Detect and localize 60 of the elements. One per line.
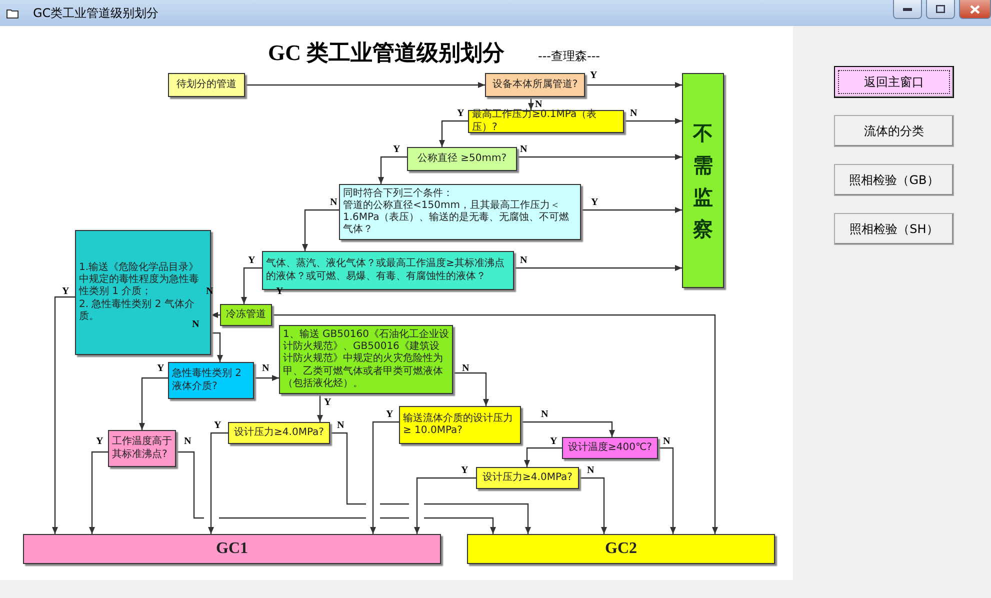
branch-label: N (462, 364, 470, 374)
step-text: 输送流体介质的设计压力 ≥ 10.0MPa? (403, 412, 514, 438)
nav-button[interactable]: 返回主窗口 (834, 66, 954, 98)
branch-label: N (330, 198, 338, 208)
result-label: GC2 (605, 540, 637, 558)
branch-label: Y (590, 71, 598, 81)
step-text: 工作温度高于其标准沸点? (112, 436, 172, 461)
step-text: 管道的公称直径<150mm，且其最高工作压力＜1.6MPa（表压）、输送的是无毒、无腐蚀、不可燃气体？ (343, 200, 570, 236)
branch-label: Y (157, 364, 164, 374)
step-text: 待划分的管道 (176, 78, 236, 92)
chart-title: GC 类工业管道级别划分 (268, 39, 504, 67)
nav-button[interactable]: 照相检验（GB） (834, 164, 954, 196)
branch-label: N (262, 364, 270, 374)
nav-button[interactable]: 照相检验（SH） (834, 213, 954, 245)
step-text: 2. 急性毒性类别 2 气体介质。 (79, 298, 194, 322)
branch-label: Y (591, 198, 598, 208)
branch-label: N (630, 109, 638, 119)
branch-label: N (520, 256, 528, 266)
step-text: 同时符合下列三个条件： (343, 188, 453, 200)
branch-label: N (192, 320, 200, 330)
step-text: 气体、蒸汽、液化气体？或最高工作温度≥其标准沸点的液体？或可燃、易爆、有毒、有腐蚀性的液体？ (266, 258, 506, 283)
step-text: 最高工作压力≥0.1MPa（表压）? (472, 109, 598, 134)
branch-label: N (535, 100, 542, 110)
branch-label: N (541, 410, 548, 420)
branch-label: N (184, 437, 192, 447)
minimize-icon (903, 8, 912, 10)
step-text: 设备本体所属管道? (492, 78, 578, 92)
branch-label: N (663, 437, 670, 447)
step-text: 1.输送《危险化学品目录》中规定的毒性程度为急性毒性类别 1 介质； (79, 262, 200, 298)
branch-label: Y (393, 145, 400, 155)
branch-label: Y (550, 437, 558, 447)
branch-label: N (520, 145, 528, 155)
step-text: 1、输送 GB50160《石油化工企业设计防火规范》、GB50016《建筑设计防火规范》中规定的火灾危险性为甲、乙类可燃气体或者甲类可燃液体（包括液化烃）。 (283, 329, 449, 390)
maximize-button[interactable] (926, 0, 955, 19)
nav-button[interactable]: 流体的分类 (834, 115, 954, 147)
branch-label: Y (214, 421, 222, 431)
step-text: 设计压力≥4.0MPa? (482, 472, 572, 484)
branch-label: N (337, 421, 344, 431)
close-icon (970, 4, 980, 14)
minimize-button[interactable] (893, 0, 922, 19)
branch-label: Y (461, 466, 468, 476)
step-text: 急性毒性类别 2 液体介质? (172, 368, 243, 393)
close-button[interactable] (959, 0, 991, 19)
step-text: 公称直径 ≥50mm? (417, 152, 507, 166)
maximize-icon (936, 5, 945, 13)
branch-label: Y (324, 398, 332, 408)
step-text: 设计温度≥400℃? (568, 442, 652, 454)
branch-label: Y (62, 287, 70, 297)
window-title: GC类工业管道级别划分 (33, 4, 160, 22)
step-text: 不需监察 (693, 120, 713, 242)
step-text: 冷冻管道 (226, 308, 266, 322)
branch-label: N (587, 466, 594, 476)
branch-label: Y (457, 109, 464, 119)
folder-icon (6, 8, 19, 18)
branch-label: Y (248, 256, 256, 266)
branch-label: Y (386, 410, 394, 420)
branch-label: Y (96, 437, 104, 447)
author-name: ---查理森--- (538, 48, 600, 65)
step-text: 设计压力≥4.0MPa? (234, 426, 324, 440)
result-label: GC1 (216, 540, 248, 558)
